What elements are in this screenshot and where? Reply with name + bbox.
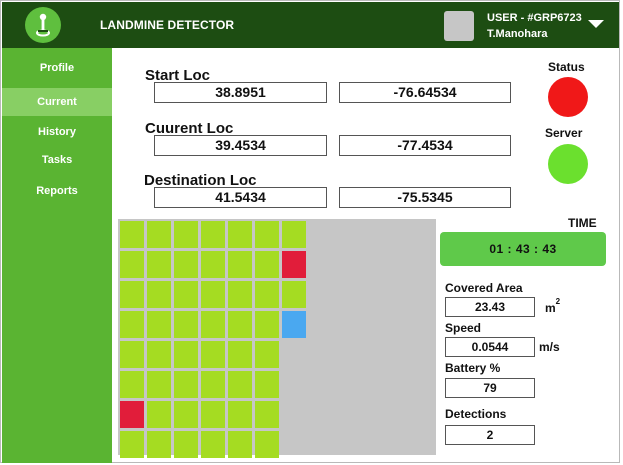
- grid-cell[interactable]: [174, 311, 198, 338]
- detections-label: Detections: [445, 407, 507, 421]
- grid-cell[interactable]: [174, 401, 198, 428]
- grid-cell[interactable]: [201, 431, 225, 458]
- covered-area-unit: m2: [545, 297, 561, 315]
- server-indicator: [548, 144, 588, 184]
- grid-cell[interactable]: [255, 281, 279, 308]
- detections-field: 2: [445, 425, 535, 445]
- grid-cell[interactable]: [228, 341, 252, 368]
- grid-cell[interactable]: [228, 371, 252, 398]
- grid-cell-mine[interactable]: [282, 251, 306, 278]
- grid-cell[interactable]: [228, 401, 252, 428]
- grid-cell[interactable]: [120, 221, 144, 248]
- grid-cell[interactable]: [120, 341, 144, 368]
- destination-lon-field: -75.5345: [339, 187, 511, 208]
- grid-cell[interactable]: [147, 431, 171, 458]
- grid-cell[interactable]: [255, 251, 279, 278]
- sidebar-item-current[interactable]: Current: [2, 88, 112, 116]
- grid-cell[interactable]: [201, 221, 225, 248]
- destination-lat-field: 41.5434: [154, 187, 327, 208]
- sidebar-item-tasks[interactable]: Tasks: [2, 146, 112, 174]
- sidebar-item-reports[interactable]: Reports: [2, 177, 112, 205]
- sidebar-item-profile[interactable]: Profile: [2, 54, 112, 82]
- grid-cell[interactable]: [201, 401, 225, 428]
- top-bar: LANDMINE DETECTOR USER - #GRP6723 T.Mano…: [2, 2, 619, 48]
- minefield-grid: [118, 219, 436, 458]
- grid-cell[interactable]: [120, 371, 144, 398]
- grid-cell[interactable]: [147, 371, 171, 398]
- sidebar: Profile Current History Tasks Reports: [2, 48, 112, 463]
- chevron-down-icon[interactable]: [588, 20, 604, 28]
- speed-unit: m/s: [539, 340, 560, 354]
- grid-cell[interactable]: [147, 281, 171, 308]
- start-lat-field: 38.8951: [154, 82, 327, 103]
- speed-label: Speed: [445, 321, 482, 335]
- current-lat-field: 39.4534: [154, 135, 327, 156]
- grid-cell[interactable]: [120, 281, 144, 308]
- user-id: USER - #GRP6723: [487, 12, 582, 24]
- app-title: LANDMINE DETECTOR: [100, 18, 235, 32]
- avatar[interactable]: [444, 11, 474, 41]
- grid-cell[interactable]: [201, 311, 225, 338]
- grid-cell[interactable]: [255, 221, 279, 248]
- grid-cell[interactable]: [147, 311, 171, 338]
- grid-cell[interactable]: [228, 311, 252, 338]
- user-name: T.Manohara: [487, 28, 548, 40]
- battery-label: Battery %: [445, 361, 501, 375]
- grid-cell[interactable]: [201, 341, 225, 368]
- grid-cell[interactable]: [228, 251, 252, 278]
- grid-cell[interactable]: [282, 281, 306, 308]
- grid-cell[interactable]: [255, 371, 279, 398]
- covered-area-field: 23.43: [445, 297, 535, 317]
- start-lon-field: -76.64534: [339, 82, 511, 103]
- battery-field: 79: [445, 378, 535, 398]
- grid-cell[interactable]: [174, 431, 198, 458]
- grid-cell[interactable]: [228, 431, 252, 458]
- grid-cell[interactable]: [255, 431, 279, 458]
- grid-cell-robot[interactable]: [282, 311, 306, 338]
- grid-cell[interactable]: [255, 311, 279, 338]
- landmine-detector-icon: [25, 7, 61, 43]
- covered-area-label: Covered Area: [445, 281, 523, 295]
- sidebar-item-history[interactable]: History: [2, 118, 112, 146]
- time-label: TIME: [568, 216, 597, 230]
- app-frame: LANDMINE DETECTOR USER - #GRP6723 T.Mano…: [0, 0, 620, 463]
- grid-cell[interactable]: [228, 281, 252, 308]
- grid-cell[interactable]: [174, 371, 198, 398]
- grid-cell[interactable]: [201, 281, 225, 308]
- grid-cell[interactable]: [282, 221, 306, 248]
- grid-cell[interactable]: [255, 341, 279, 368]
- grid-cell[interactable]: [255, 401, 279, 428]
- server-label: Server: [545, 126, 583, 140]
- grid-cell[interactable]: [228, 221, 252, 248]
- status-label: Status: [548, 60, 585, 74]
- current-lon-field: -77.4534: [339, 135, 511, 156]
- grid-cell[interactable]: [147, 221, 171, 248]
- elapsed-time: 01 : 43 : 43: [440, 232, 606, 266]
- grid-cell-mine[interactable]: [120, 401, 144, 428]
- grid-cell[interactable]: [147, 251, 171, 278]
- grid-cell[interactable]: [174, 221, 198, 248]
- grid-cell[interactable]: [120, 311, 144, 338]
- grid-cell[interactable]: [201, 371, 225, 398]
- grid-cell[interactable]: [120, 431, 144, 458]
- grid-cell[interactable]: [174, 341, 198, 368]
- grid-cell[interactable]: [201, 251, 225, 278]
- grid-cell[interactable]: [147, 341, 171, 368]
- grid-cell[interactable]: [120, 251, 144, 278]
- grid-cell[interactable]: [174, 251, 198, 278]
- grid-cell[interactable]: [147, 401, 171, 428]
- status-indicator: [548, 77, 588, 117]
- grid-cell[interactable]: [174, 281, 198, 308]
- speed-field: 0.0544: [445, 337, 535, 357]
